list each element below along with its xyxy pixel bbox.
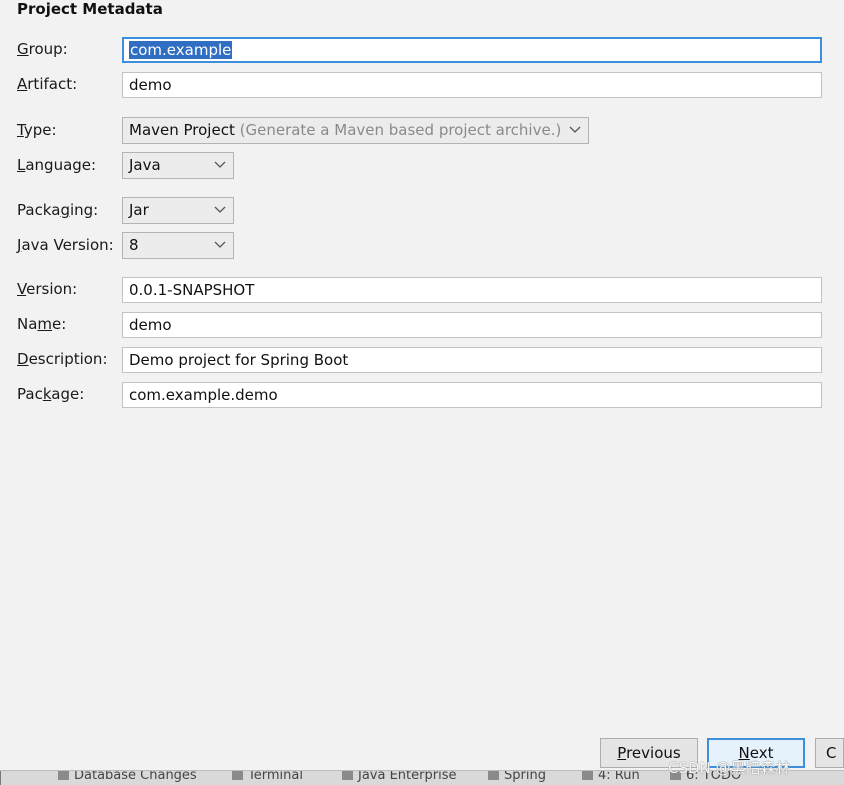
name-input[interactable]: demo [122,312,822,338]
description-input[interactable]: Demo project for Spring Boot [122,347,822,373]
divider [0,771,1,785]
name-label: Name: [17,315,67,333]
selected-text: com.example [129,41,233,59]
type-select[interactable]: Maven Project (Generate a Maven based pr… [122,117,589,144]
section-title: Project Metadata [17,0,163,18]
tool-tab-spring[interactable]: Spring [488,771,546,783]
chevron-down-icon [214,241,226,248]
spring-icon [488,771,499,780]
database-icon [58,771,69,780]
packaging-select[interactable]: Jar [122,197,234,224]
terminal-icon [232,771,243,780]
java-version-value: 8 [129,236,139,254]
java-enterprise-icon [342,771,353,780]
packaging-value: Jar [129,201,149,219]
tool-tab-database-changes[interactable]: Database Changes [58,771,197,783]
description-label: Description: [17,350,108,368]
package-label: Package: [17,385,85,403]
type-hint: (Generate a Maven based project archive.… [239,121,562,139]
artifact-input[interactable]: demo [122,72,822,98]
tool-tab-run[interactable]: 4: Run [582,771,640,783]
tool-tab-terminal[interactable]: Terminal [232,771,303,783]
artifact-label: Artifact: [17,75,78,93]
group-input[interactable]: com.example [122,37,822,63]
tool-tab-java-enterprise[interactable]: Java Enterprise [342,771,456,783]
chevron-down-icon [214,161,226,168]
run-icon [582,771,593,780]
package-input[interactable]: com.example.demo [122,382,822,408]
chevron-down-icon [569,126,581,133]
java-version-select[interactable]: 8 [122,232,234,259]
language-select[interactable]: Java [122,152,234,179]
type-label: Type: [17,121,57,139]
chevron-down-icon [214,206,226,213]
type-value: Maven Project [129,121,235,139]
language-value: Java [129,156,161,174]
cancel-button[interactable]: C [815,738,844,768]
version-label: Version: [17,280,78,298]
language-label: Language: [17,156,97,174]
watermark: CSDN @黑暗森林 [668,759,791,777]
packaging-label: Packaging: [17,201,99,219]
group-label: Group: [17,40,68,58]
version-input[interactable]: 0.0.1-SNAPSHOT [122,277,822,303]
java-version-label: Java Version: [17,236,114,254]
